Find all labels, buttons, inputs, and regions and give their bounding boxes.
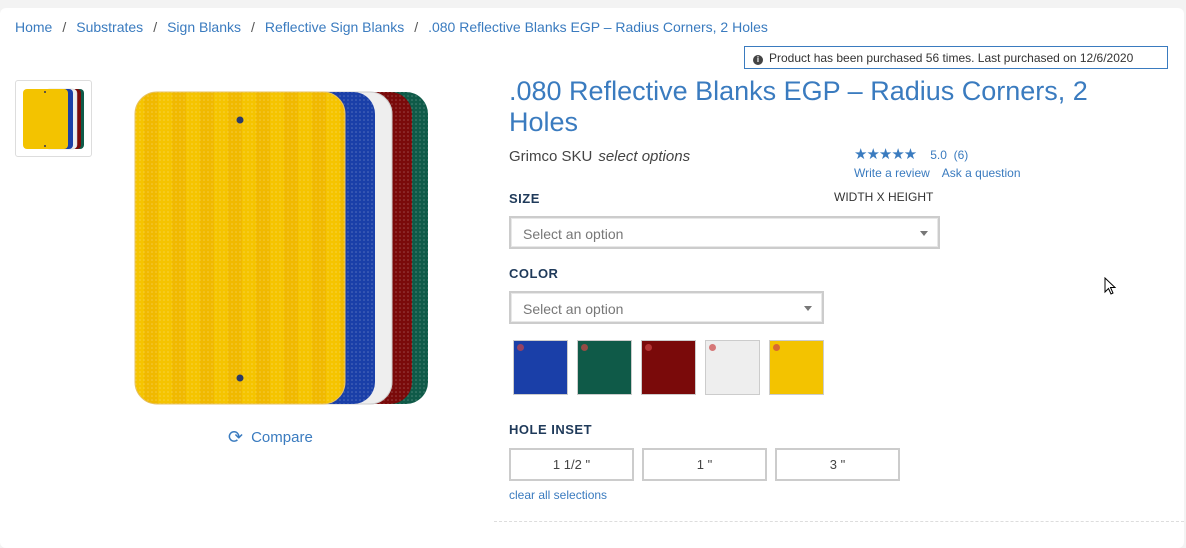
size-label: SIZE xyxy=(509,191,540,206)
breadcrumb-home[interactable]: Home xyxy=(15,19,52,35)
purchase-notice: i Product has been purchased 56 times. La… xyxy=(744,46,1168,69)
breadcrumb-separator: / xyxy=(153,19,158,35)
color-select-value: Select an option xyxy=(523,301,624,317)
sku-label: Grimco SKU xyxy=(509,148,593,165)
sku-value: select options xyxy=(598,148,691,165)
chevron-down-icon xyxy=(804,306,812,311)
product-page: Home / Substrates / Sign Blanks / Reflective S… xyxy=(0,8,1184,548)
color-swatch-red[interactable] xyxy=(641,340,696,395)
product-thumbnail[interactable] xyxy=(15,80,92,157)
clear-selections-link[interactable]: clear all selections xyxy=(509,488,607,502)
purchase-notice-text: Product has been purchased 56 times. Las… xyxy=(769,51,1134,65)
breadcrumb: Home / Substrates / Sign Blanks / Reflective S… xyxy=(15,19,768,35)
size-select-value: Select an option xyxy=(523,226,624,242)
breadcrumb-sign-blanks[interactable]: Sign Blanks xyxy=(167,19,241,35)
hole-inset-option-3[interactable]: 3 " xyxy=(775,448,900,481)
compare-label: Compare xyxy=(251,429,313,446)
hole-inset-option-1-5[interactable]: 1 1/2 " xyxy=(509,448,634,481)
swatch-logo-icon xyxy=(517,344,524,351)
product-rating: ★★★★★ 5.0 (6) Write a review Ask a questio… xyxy=(854,145,1033,180)
color-swatch-white[interactable] xyxy=(705,340,760,395)
hole-inset-option-1[interactable]: 1 " xyxy=(642,448,767,481)
compare-link[interactable]: ⟳ Compare xyxy=(228,427,313,448)
color-swatch-green[interactable] xyxy=(577,340,632,395)
rating-count[interactable]: (6) xyxy=(954,148,969,162)
color-swatch-yellow[interactable] xyxy=(769,340,824,395)
swatch-logo-icon xyxy=(581,344,588,351)
breadcrumb-current[interactable]: .080 Reflective Blanks EGP – Radius Corn… xyxy=(428,19,768,35)
info-icon: i xyxy=(753,55,763,65)
breadcrumb-separator: / xyxy=(62,19,67,35)
breadcrumb-separator: / xyxy=(414,19,419,35)
breadcrumb-reflective-sign-blanks[interactable]: Reflective Sign Blanks xyxy=(265,19,404,35)
ask-question-link[interactable]: Ask a question xyxy=(942,166,1021,180)
product-title: .080 Reflective Blanks EGP – Radius Corn… xyxy=(509,76,1088,137)
write-review-link[interactable]: Write a review xyxy=(854,166,930,180)
rating-value: 5.0 xyxy=(930,148,947,162)
swatch-logo-icon xyxy=(645,344,652,351)
size-hint: WIDTH X HEIGHT xyxy=(834,190,934,204)
star-rating-icon[interactable]: ★★★★★ xyxy=(854,146,917,163)
hole-inset-label: HOLE INSET xyxy=(509,422,593,437)
color-label: COLOR xyxy=(509,266,559,281)
size-select[interactable]: Select an option xyxy=(509,216,940,249)
chevron-down-icon xyxy=(920,231,928,236)
product-sku: Grimco SKU select options xyxy=(509,148,690,165)
section-divider xyxy=(494,521,1184,522)
mouse-cursor-icon xyxy=(1104,277,1117,295)
swatch-logo-icon xyxy=(709,344,716,351)
refresh-icon: ⟳ xyxy=(228,427,244,447)
product-main-image[interactable] xyxy=(130,90,435,408)
swatch-logo-icon xyxy=(773,344,780,351)
color-swatch-blue[interactable] xyxy=(513,340,568,395)
color-select[interactable]: Select an option xyxy=(509,291,824,324)
breadcrumb-substrates[interactable]: Substrates xyxy=(76,19,143,35)
breadcrumb-separator: / xyxy=(251,19,255,35)
thumbnail-image xyxy=(23,88,84,150)
